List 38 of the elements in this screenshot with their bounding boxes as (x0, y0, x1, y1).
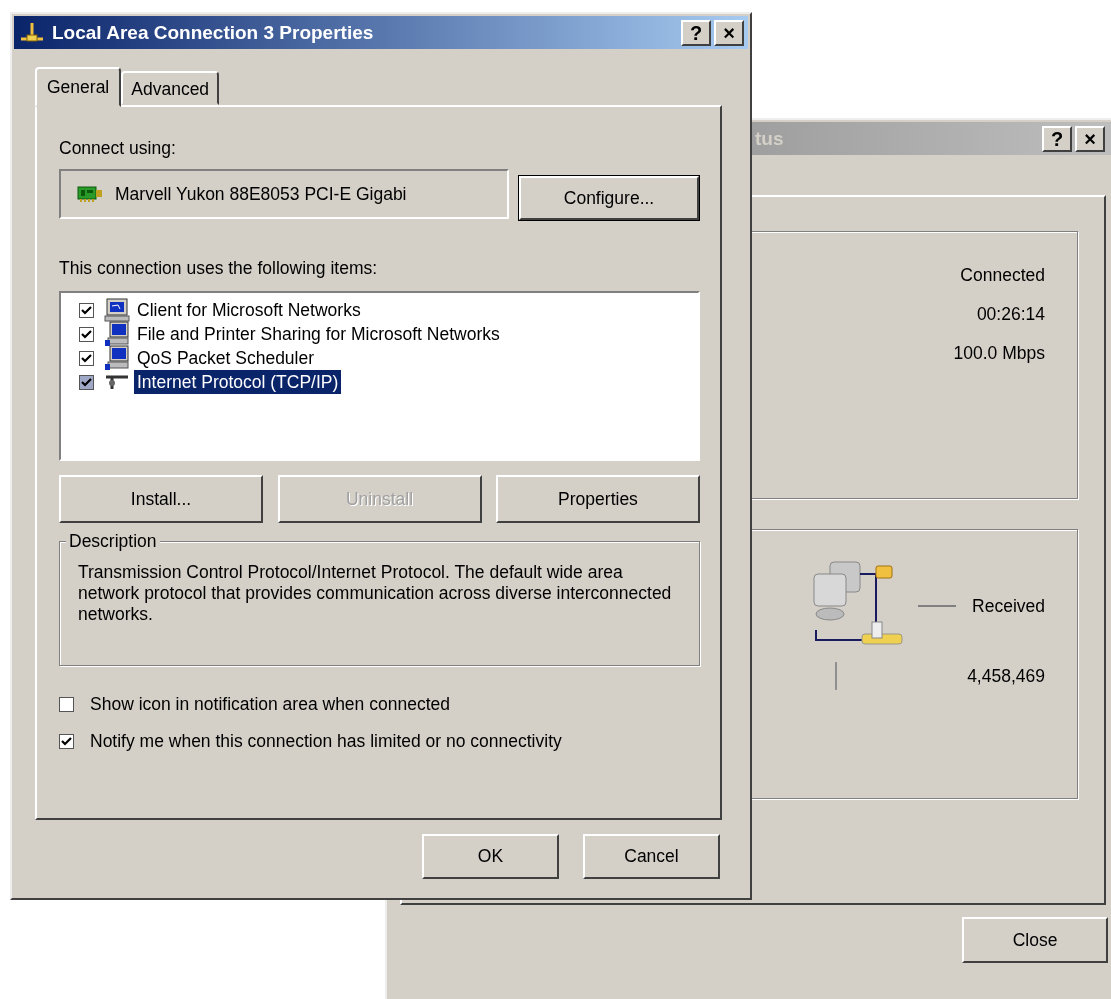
item-action-button[interactable]: Properties (496, 475, 700, 523)
item-action-button[interactable]: Install... (59, 475, 263, 523)
connect-using-label: Connect using: (59, 137, 177, 159)
tab[interactable]: Advanced (121, 71, 220, 105)
window-title: Local Area Connection 3 Properties (52, 21, 374, 44)
description-text: Transmission Control Protocol/Internet Protocol. The default wide area network protocol that provides communication across diverse interconnected networks. (78, 562, 673, 625)
checkbox[interactable] (59, 697, 74, 712)
tab[interactable]: General (35, 67, 122, 107)
checkbox[interactable] (79, 374, 94, 390)
connection-value: 00:26:14 (976, 303, 1045, 325)
adapter-name: Marvell Yukon 88E8053 PCI-E Gigabi (115, 183, 407, 205)
checkbox[interactable] (79, 326, 94, 342)
received-label: Received (972, 595, 1045, 617)
checkbox[interactable] (59, 734, 74, 749)
computer-icon (104, 321, 130, 347)
connection-value: 100.0 Mbps (953, 342, 1045, 364)
option-label: Notify me when this connection has limited or no connectivity (90, 731, 562, 752)
network-connection-icon (18, 20, 46, 45)
network-card-icon (77, 185, 103, 203)
checkbox[interactable] (79, 350, 94, 366)
checkbox[interactable] (79, 302, 94, 318)
ok-button[interactable]: OK (422, 834, 559, 879)
close-button[interactable]: × (714, 19, 744, 46)
cancel-button[interactable]: Cancel (583, 834, 720, 879)
computer-icon (104, 297, 130, 323)
close-dialog-button[interactable]: Close (962, 917, 1108, 963)
computer-icon (104, 345, 130, 371)
list-item[interactable]: Client for Microsoft Networks (134, 298, 364, 322)
list-item[interactable]: File and Printer Sharing for Microsoft Networks (134, 322, 503, 346)
connection-value: Connected (960, 264, 1045, 286)
list-item[interactable]: Internet Protocol (TCP/IP) (134, 370, 342, 394)
items-label: This connection uses the following items: (59, 257, 379, 279)
list-item[interactable]: QoS Packet Scheduler (134, 346, 318, 370)
description-title: Description (66, 531, 160, 551)
configure-button[interactable]: Configure... (519, 176, 699, 220)
received-value: 4,458,469 (967, 665, 1045, 687)
option-label: Show icon in notification area when connected (90, 694, 450, 715)
help-button[interactable]: ? (681, 19, 711, 46)
